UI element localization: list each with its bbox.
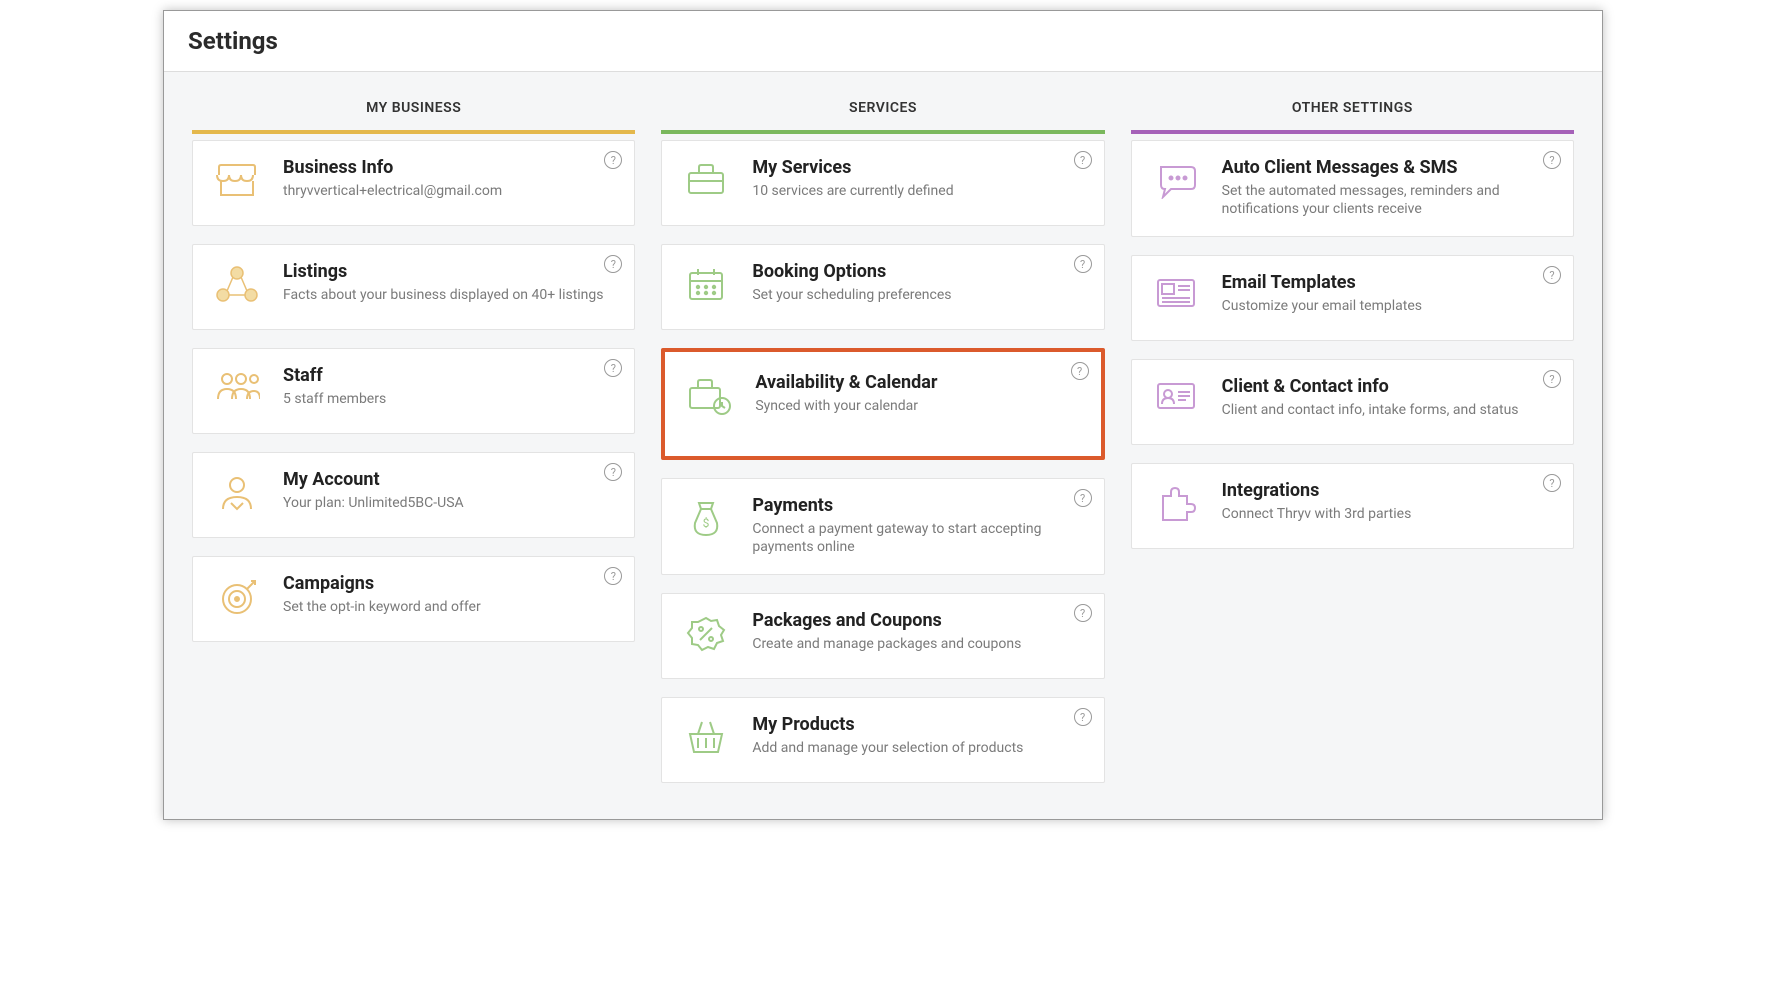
card-title: Packages and Coupons xyxy=(752,610,1085,631)
card-desc: Customize your email templates xyxy=(1222,297,1555,315)
help-icon[interactable]: ? xyxy=(604,463,622,481)
column-services: SERVICES My Services 10 services are cur… xyxy=(661,100,1104,783)
puzzle-icon xyxy=(1150,480,1202,524)
card-title: Availability & Calendar xyxy=(755,372,1082,393)
card-title: My Services xyxy=(752,157,1085,178)
card-desc: Connect a payment gateway to start accep… xyxy=(752,520,1085,556)
help-icon[interactable]: ? xyxy=(604,359,622,377)
target-icon xyxy=(211,573,263,617)
newspaper-icon xyxy=(1150,272,1202,310)
basket-icon xyxy=(680,714,732,756)
card-business-info[interactable]: Business Info thryvvertical+electrical@g… xyxy=(192,140,635,226)
page-header: Settings xyxy=(164,11,1602,72)
help-icon[interactable]: ? xyxy=(604,567,622,585)
card-my-products[interactable]: My Products Add and manage your selectio… xyxy=(661,697,1104,783)
card-title: Booking Options xyxy=(752,261,1085,282)
card-availability-calendar[interactable]: Availability & Calendar Synced with your… xyxy=(661,348,1104,460)
card-auto-client-messages[interactable]: Auto Client Messages & SMS Set the autom… xyxy=(1131,140,1574,237)
card-desc: Client and contact info, intake forms, a… xyxy=(1222,401,1555,419)
card-title: Business Info xyxy=(283,157,616,178)
help-icon[interactable]: ? xyxy=(1543,370,1561,388)
account-icon xyxy=(211,469,263,513)
card-desc: Connect Thryv with 3rd parties xyxy=(1222,505,1555,523)
card-packages-coupons[interactable]: Packages and Coupons Create and manage p… xyxy=(661,593,1104,679)
column-other-settings: OTHER SETTINGS Auto Client Messages & SM… xyxy=(1131,100,1574,549)
help-icon[interactable]: ? xyxy=(1074,489,1092,507)
card-booking-options[interactable]: Booking Options Set your scheduling pref… xyxy=(661,244,1104,330)
card-title: Staff xyxy=(283,365,616,386)
help-icon[interactable]: ? xyxy=(1543,266,1561,284)
card-desc: Set the automated messages, reminders an… xyxy=(1222,182,1555,218)
card-desc: Add and manage your selection of product… xyxy=(752,739,1085,757)
card-desc: Your plan: Unlimited5BC-USA xyxy=(283,494,616,512)
card-title: Client & Contact info xyxy=(1222,376,1555,397)
card-campaigns[interactable]: Campaigns Set the opt-in keyword and off… xyxy=(192,556,635,642)
card-staff[interactable]: Staff 5 staff members ? xyxy=(192,348,635,434)
card-title: Listings xyxy=(283,261,616,282)
card-desc: Facts about your business displayed on 4… xyxy=(283,286,616,304)
card-payments[interactable]: $ Payments Connect a payment gateway to … xyxy=(661,478,1104,575)
card-email-templates[interactable]: Email Templates Customize your email tem… xyxy=(1131,255,1574,341)
card-title: My Products xyxy=(752,714,1085,735)
card-desc: Set your scheduling preferences xyxy=(752,286,1085,304)
id-card-icon xyxy=(1150,376,1202,412)
help-icon[interactable]: ? xyxy=(1074,151,1092,169)
money-bag-icon: $ xyxy=(680,495,732,539)
staff-icon xyxy=(211,365,263,403)
percent-badge-icon xyxy=(680,610,732,654)
storefront-icon xyxy=(211,157,263,199)
help-icon[interactable]: ? xyxy=(604,151,622,169)
help-icon[interactable]: ? xyxy=(1543,474,1561,492)
help-icon[interactable]: ? xyxy=(1074,708,1092,726)
card-desc: 5 staff members xyxy=(283,390,616,408)
column-header-business: MY BUSINESS xyxy=(192,100,635,134)
card-desc: Create and manage packages and coupons xyxy=(752,635,1085,653)
calendar-icon xyxy=(680,261,732,303)
card-integrations[interactable]: Integrations Connect Thryv with 3rd part… xyxy=(1131,463,1574,549)
column-header-other: OTHER SETTINGS xyxy=(1131,100,1574,134)
settings-columns: MY BUSINESS Business Info thryvvertical+… xyxy=(164,72,1602,819)
page-title: Settings xyxy=(188,27,1578,55)
card-title: Integrations xyxy=(1222,480,1555,501)
column-header-services: SERVICES xyxy=(661,100,1104,134)
briefcase-clock-icon xyxy=(683,372,735,416)
help-icon[interactable]: ? xyxy=(1543,151,1561,169)
card-title: Email Templates xyxy=(1222,272,1555,293)
card-my-account[interactable]: My Account Your plan: Unlimited5BC-USA ? xyxy=(192,452,635,538)
help-icon[interactable]: ? xyxy=(1074,604,1092,622)
card-title: Auto Client Messages & SMS xyxy=(1222,157,1555,178)
card-my-services[interactable]: My Services 10 services are currently de… xyxy=(661,140,1104,226)
card-title: Campaigns xyxy=(283,573,616,594)
chat-bubble-icon xyxy=(1150,157,1202,199)
card-desc: 10 services are currently defined xyxy=(752,182,1085,200)
help-icon[interactable]: ? xyxy=(1074,255,1092,273)
help-icon[interactable]: ? xyxy=(1071,362,1089,380)
card-client-contact-info[interactable]: Client & Contact info Client and contact… xyxy=(1131,359,1574,445)
network-icon xyxy=(211,261,263,305)
settings-page: Settings MY BUSINESS Business Info thryv… xyxy=(163,10,1603,820)
help-icon[interactable]: ? xyxy=(604,255,622,273)
card-title: Payments xyxy=(752,495,1085,516)
briefcase-icon xyxy=(680,157,732,197)
card-title: My Account xyxy=(283,469,616,490)
card-desc: Synced with your calendar xyxy=(755,397,1082,415)
card-desc: thryvvertical+electrical@gmail.com xyxy=(283,182,616,200)
svg-text:$: $ xyxy=(703,516,710,530)
card-desc: Set the opt-in keyword and offer xyxy=(283,598,616,616)
card-listings[interactable]: Listings Facts about your business displ… xyxy=(192,244,635,330)
column-my-business: MY BUSINESS Business Info thryvvertical+… xyxy=(192,100,635,642)
